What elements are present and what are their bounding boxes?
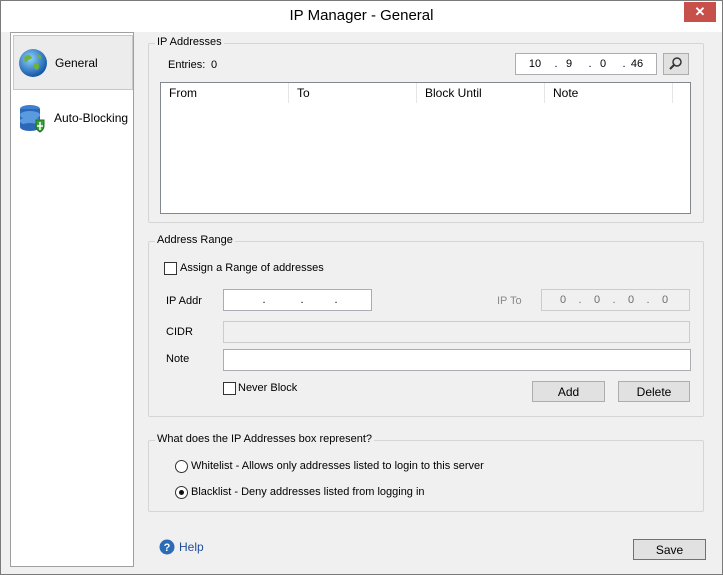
search-ip-octet-3: 0 <box>599 58 607 70</box>
never-block-checkbox[interactable] <box>223 382 236 395</box>
ip-addr-label: IP Addr <box>166 295 202 307</box>
ip-to-octet-2: 0 <box>593 294 601 306</box>
search-ip-octet-1: 10 <box>528 58 542 70</box>
ip-dot: . <box>300 294 304 306</box>
sidebar-item-label: Auto-Blocking <box>54 110 129 125</box>
list-mode-group: What does the IP Addresses box represent… <box>148 433 704 512</box>
never-block-label: Never Block <box>238 382 298 394</box>
ip-to-input: 0 . 0 . 0 . 0 <box>541 289 690 311</box>
ip-to-octet-4: 0 <box>661 294 669 306</box>
entries-count: 0 <box>211 59 218 71</box>
help-link[interactable]: ? Help <box>159 538 219 556</box>
column-header-block-until[interactable]: Block Until <box>417 83 545 103</box>
globe-icon <box>17 47 49 79</box>
ip-addr-octet-1 <box>232 290 254 310</box>
save-button[interactable]: Save <box>633 539 706 560</box>
search-ip-octet-4: 46 <box>630 58 644 70</box>
ip-manager-window: IP Manager - General ✕ General Auto-Bloc… <box>0 0 723 575</box>
ip-addr-octet-3 <box>306 290 328 310</box>
ip-to-octet-3: 0 <box>627 294 635 306</box>
ip-dot: . <box>262 294 266 306</box>
ip-address-list[interactable]: From To Block Until Note <box>160 82 691 214</box>
sidebar-item-auto-blocking[interactable]: Auto-Blocking <box>13 90 133 145</box>
cidr-input <box>223 321 690 343</box>
note-label: Note <box>166 353 190 365</box>
whitelist-label: Whitelist - Allows only addresses listed… <box>191 460 484 472</box>
list-mode-group-title: What does the IP Addresses box represent… <box>155 433 375 445</box>
assign-range-checkbox[interactable] <box>164 262 177 275</box>
column-header-note[interactable]: Note <box>545 83 673 103</box>
whitelist-radio[interactable] <box>175 460 188 473</box>
delete-button[interactable]: Delete <box>618 381 690 402</box>
svg-text:?: ? <box>164 542 171 554</box>
title-bar: IP Manager - General ✕ <box>1 1 722 32</box>
ip-dot: . <box>334 294 338 306</box>
radio-selected-dot <box>179 490 184 495</box>
blacklist-label: Blacklist - Deny addresses listed from l… <box>191 486 425 498</box>
search-ip-input[interactable]: 10 . 9 . 0 . 46 <box>515 53 657 75</box>
window-title: IP Manager - General <box>289 7 434 24</box>
sidebar-item-label: General <box>55 55 98 70</box>
column-header-to[interactable]: To <box>289 83 417 103</box>
search-icon <box>669 56 683 73</box>
ip-to-octet-1: 0 <box>559 294 567 306</box>
address-range-group-title: Address Range <box>155 234 235 246</box>
add-button[interactable]: Add <box>532 381 605 402</box>
search-button[interactable] <box>663 53 689 75</box>
assign-range-label: Assign a Range of addresses <box>180 262 324 274</box>
ip-addresses-group-title: IP Addresses <box>155 36 224 48</box>
help-icon: ? <box>159 539 175 555</box>
cidr-label: CIDR <box>166 326 193 338</box>
database-shield-icon <box>16 102 48 134</box>
close-button[interactable]: ✕ <box>684 2 716 22</box>
ip-dot: . <box>578 294 582 306</box>
sidebar-item-general[interactable]: General <box>13 35 133 90</box>
ip-addr-octet-2 <box>268 290 290 310</box>
help-label: Help <box>179 540 204 554</box>
note-input[interactable] <box>223 349 691 371</box>
sidebar: General Auto-Blocking <box>10 32 134 567</box>
column-header-from[interactable]: From <box>161 83 289 103</box>
ip-addr-octet-4 <box>340 290 362 310</box>
ip-to-label: IP To <box>497 295 522 307</box>
ip-dot: . <box>646 294 650 306</box>
ip-dot: . <box>612 294 616 306</box>
blacklist-radio[interactable] <box>175 486 188 499</box>
search-ip-octet-2: 9 <box>565 58 573 70</box>
entries-label: Entries: <box>168 59 206 71</box>
ip-addr-input[interactable]: . . . <box>223 289 372 311</box>
